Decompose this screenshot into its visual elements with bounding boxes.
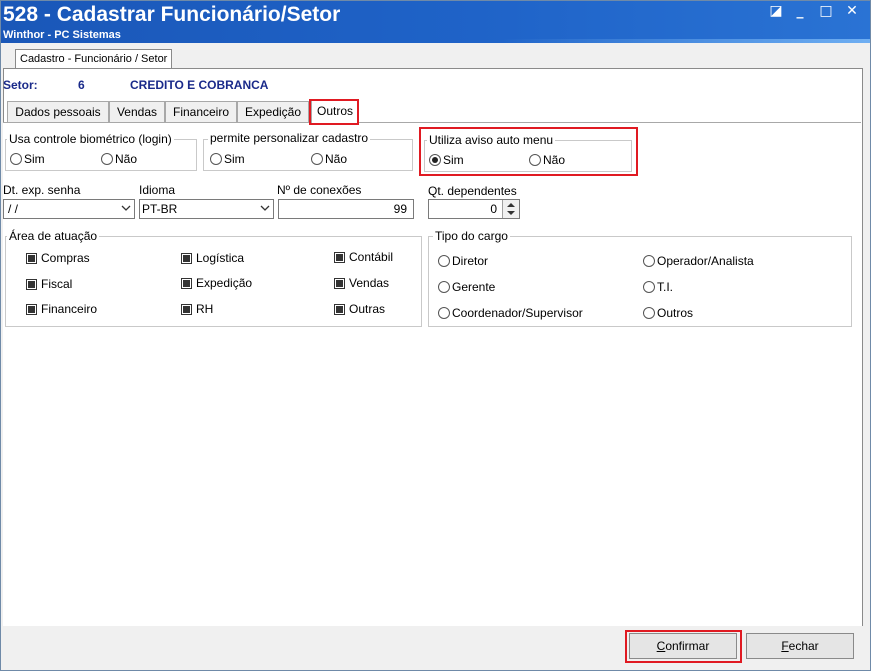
chevron-down-icon: [121, 205, 131, 211]
group-area-atuacao-title: Área de atuação: [7, 229, 100, 243]
group-biometrico-title: Usa controle biométrico (login): [7, 132, 174, 146]
dependentes-stepper[interactable]: 0: [428, 199, 520, 219]
group-personalizar-title: permite personalizar cadastro: [208, 131, 371, 145]
radio-circle-icon: [10, 153, 22, 165]
checkbox-financeiro[interactable]: Financeiro: [26, 302, 97, 316]
checkbox-icon: [334, 303, 345, 315]
radio-cargo-operador-analista[interactable]: Operador/Analista: [643, 254, 754, 268]
idioma-dropdown[interactable]: PT-BR: [139, 199, 274, 219]
restore-icon[interactable]: ◪: [765, 3, 787, 21]
radio-circle-icon: [438, 307, 450, 319]
radio-circle-icon: [438, 281, 450, 293]
radio-circle-icon: [643, 255, 655, 267]
radio-circle-icon: [101, 153, 113, 165]
fechar-button[interactable]: Fechar: [746, 633, 854, 659]
checkbox-icon: [334, 251, 345, 263]
radio-biometrico-nao[interactable]: Não: [101, 152, 137, 166]
checkbox-vendas[interactable]: Vendas: [334, 276, 389, 290]
radio-circle-icon: [643, 307, 655, 319]
tab-expedicao[interactable]: Expedição: [237, 101, 309, 122]
checkbox-contabil[interactable]: Contábil: [334, 250, 393, 264]
radio-cargo-outros[interactable]: Outros: [643, 306, 693, 320]
radio-circle-icon: [311, 153, 323, 165]
minimize-icon[interactable]: _: [789, 3, 811, 21]
checkbox-fiscal[interactable]: Fiscal: [26, 277, 72, 291]
radio-cargo-diretor[interactable]: Diretor: [438, 254, 488, 268]
spin-down-icon[interactable]: [507, 211, 515, 215]
radio-personalizar-nao[interactable]: Não: [311, 152, 347, 166]
setor-name: CREDITO E COBRANCA: [130, 78, 269, 92]
checkbox-rh[interactable]: RH: [181, 302, 213, 316]
checkbox-icon: [26, 252, 37, 264]
checkbox-expedicao[interactable]: Expedição: [181, 276, 252, 290]
exp-senha-dropdown[interactable]: / /: [3, 199, 135, 219]
chevron-down-icon: [260, 205, 270, 211]
radio-biometrico-sim[interactable]: Sim: [10, 152, 45, 166]
radio-cargo-ti[interactable]: T.I.: [643, 280, 673, 294]
radio-circle-icon: [438, 255, 450, 267]
highlight-outros-tab: [309, 99, 359, 125]
checkbox-icon: [181, 252, 192, 264]
radio-cargo-gerente[interactable]: Gerente: [438, 280, 495, 294]
checkbox-logistica[interactable]: Logística: [181, 251, 244, 265]
checkbox-icon: [334, 277, 345, 289]
radio-circle-icon: [210, 153, 222, 165]
tab-cadastro-funcionario-setor[interactable]: Cadastro - Funcionário / Setor: [15, 49, 173, 68]
tab-dados-pessoais[interactable]: Dados pessoais: [7, 101, 109, 122]
window-title: 528 - Cadastrar Funcionário/Setor: [3, 3, 341, 26]
radio-cargo-coordenador-supervisor[interactable]: Coordenador/Supervisor: [438, 306, 583, 320]
setor-number: 6: [78, 78, 85, 92]
checkbox-icon: [26, 303, 37, 315]
checkbox-icon: [181, 277, 192, 289]
radio-personalizar-sim[interactable]: Sim: [210, 152, 245, 166]
group-tipo-cargo-title: Tipo do cargo: [433, 229, 510, 243]
spin-up-icon[interactable]: [507, 203, 515, 207]
window-subtitle: Winthor - PC Sistemas: [3, 29, 121, 41]
highlight-confirmar: [625, 630, 742, 663]
close-icon[interactable]: ✕: [841, 3, 863, 21]
tab-vendas[interactable]: Vendas: [109, 101, 165, 122]
tab-financeiro[interactable]: Financeiro: [165, 101, 237, 122]
highlight-aviso-menu: [419, 127, 638, 176]
label-exp-senha: Dt. exp. senha: [3, 183, 81, 197]
title-bar: 528 - Cadastrar Funcionário/Setor Wintho…: [1, 1, 870, 43]
conexoes-input[interactable]: 99: [278, 199, 414, 219]
label-conexoes: Nº de conexões: [277, 183, 362, 197]
label-idioma: Idioma: [139, 183, 176, 197]
checkbox-compras[interactable]: Compras: [26, 251, 90, 265]
checkbox-icon: [26, 278, 37, 290]
app-window: 528 - Cadastrar Funcionário/Setor Wintho…: [0, 0, 871, 671]
setor-label: Setor:: [3, 78, 38, 92]
spin-buttons[interactable]: [502, 200, 519, 218]
label-dependentes: Qt. dependentes: [428, 184, 517, 198]
checkbox-outras[interactable]: Outras: [334, 302, 385, 316]
radio-circle-icon: [643, 281, 655, 293]
maximize-icon[interactable]: □: [815, 3, 837, 21]
checkbox-icon: [181, 303, 192, 315]
